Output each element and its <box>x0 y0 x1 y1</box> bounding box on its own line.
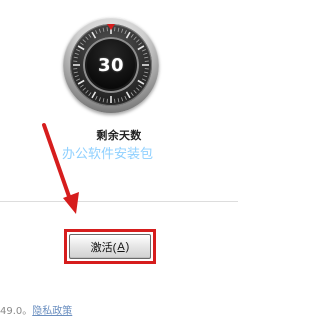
activate-button[interactable]: 激活(A) <box>69 234 151 259</box>
dial-tick <box>124 30 127 35</box>
dial-tick <box>80 42 84 46</box>
dial-tick <box>88 92 92 96</box>
activate-button-suffix: ) <box>125 240 130 253</box>
dial-face: 30 <box>83 37 139 93</box>
activate-button-prefix: 激活( <box>90 241 117 254</box>
dial-tick <box>73 71 78 74</box>
dial-tick <box>144 56 149 59</box>
dial-tick <box>136 39 140 43</box>
dial-marker-icon <box>107 24 115 30</box>
dial-tick <box>133 36 137 40</box>
remaining-days-value: 30 <box>97 54 125 76</box>
dial-tick <box>141 78 146 81</box>
dial-tick <box>74 75 79 78</box>
dial-tick <box>143 52 148 55</box>
activate-button-shortcut: A <box>117 240 125 253</box>
dial-tick <box>121 28 124 33</box>
dial-tick <box>102 27 105 32</box>
dial-tick <box>76 49 81 52</box>
dial-tick <box>85 90 89 94</box>
dial-tick <box>77 79 85 85</box>
dial-tick <box>125 91 131 99</box>
dial-tick <box>85 36 89 40</box>
dial-tick <box>73 56 78 59</box>
dial-tick <box>130 34 134 38</box>
arrow-icon <box>42 123 79 214</box>
dial-tick <box>74 52 79 55</box>
footer: 49.0。 隐私政策 <box>0 301 72 317</box>
dial-tick <box>91 91 97 99</box>
version-text: 49.0。 <box>0 305 33 317</box>
dial-tick <box>138 84 142 88</box>
dial-tick <box>91 31 97 39</box>
dial-tick <box>130 92 134 96</box>
dial-tick <box>137 45 145 51</box>
dial-tick <box>133 90 137 94</box>
dial-tick <box>82 39 86 43</box>
dial-tick <box>102 98 105 103</box>
dial-tick <box>77 45 85 51</box>
dial-tick <box>138 42 142 46</box>
dial-tick <box>76 78 81 81</box>
dial-tick <box>144 71 149 74</box>
dial-tick <box>121 97 124 102</box>
dial-tick <box>143 75 148 78</box>
dial-tick <box>98 97 101 102</box>
activation-dialog: 30 剩余天数 办公软件安装包 激活(A) 49.0。 隐私政策 <box>0 0 238 323</box>
dial-tick <box>80 84 84 88</box>
dial-tick <box>136 87 140 91</box>
dial-tick <box>82 87 86 91</box>
dial-tick <box>125 31 131 39</box>
dial-tick <box>88 34 92 38</box>
dial-tick <box>117 98 120 103</box>
dial-tick <box>141 49 146 52</box>
dial-tick <box>95 95 98 100</box>
dial-tick <box>124 95 127 100</box>
remaining-days-dial: 30 <box>63 17 159 113</box>
privacy-policy-link[interactable]: 隐私政策 <box>32 302 72 317</box>
dial-tick <box>117 27 120 32</box>
dial-tick <box>95 30 98 35</box>
dial-tick <box>98 28 101 33</box>
dial-tick <box>137 79 145 85</box>
